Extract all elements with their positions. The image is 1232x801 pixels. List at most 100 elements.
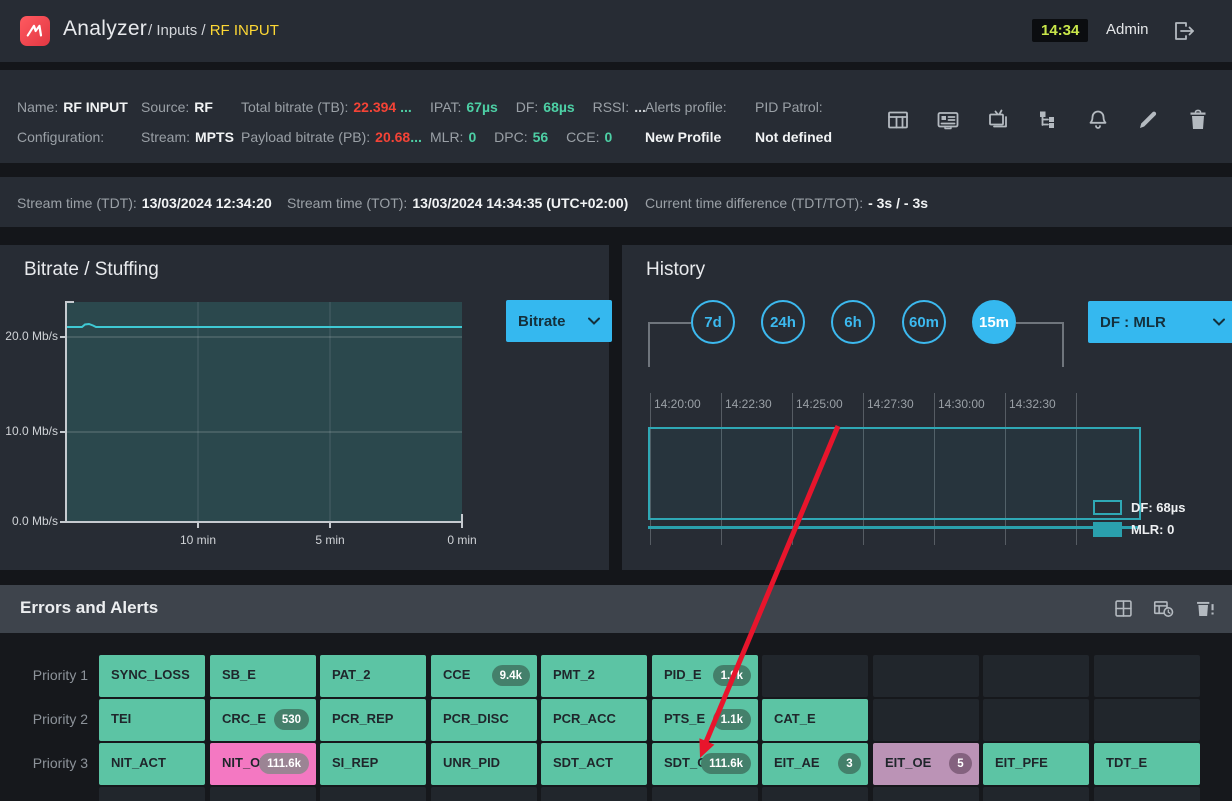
error-cell-PCR_ACC[interactable]: PCR_ACC: [541, 699, 647, 741]
error-cell-empty: [210, 787, 316, 801]
error-cell-EIT_OE[interactable]: EIT_OE 5: [873, 743, 979, 785]
error-cell-empty: [762, 655, 868, 697]
error-cell-empty: [983, 699, 1089, 741]
error-cell-CRC_E[interactable]: CRC_E 530: [210, 699, 316, 741]
error-cell-EIT_AE[interactable]: EIT_AE3: [762, 743, 868, 785]
history-x-tick: 14:27:30: [867, 397, 914, 411]
error-cell-PCR_REP[interactable]: PCR_REP: [320, 699, 426, 741]
stream-time-bar: Stream time (TDT):13/03/2024 12:34:20 St…: [0, 177, 1232, 227]
service-card-icon[interactable]: [936, 108, 960, 132]
error-cell-label: CCE: [443, 667, 470, 682]
error-count-badge: 1.9k: [713, 665, 751, 686]
error-cell-label: EIT_PFE: [995, 755, 1048, 770]
error-cell-TDT_E[interactable]: TDT_E: [1094, 743, 1200, 785]
errors-alerts-title: Errors and Alerts: [20, 598, 158, 618]
error-cell-CCE[interactable]: CCE9.4k: [431, 655, 537, 697]
bitrate-y-tick: 20.0 Mb/s: [0, 329, 58, 343]
error-cell-label: PAT_2: [332, 667, 371, 682]
chevron-down-icon: [1213, 318, 1225, 326]
edit-pencil-icon[interactable]: [1136, 108, 1160, 132]
tree-structure-icon[interactable]: [1036, 108, 1060, 132]
error-cell-SDT_ACT[interactable]: SDT_ACT: [541, 743, 647, 785]
error-cell-CAT_E[interactable]: CAT_E: [762, 699, 868, 741]
error-cell-SB_E[interactable]: SB_E: [210, 655, 316, 697]
error-cell-label: PCR_REP: [332, 711, 393, 726]
history-df-series-band: [648, 427, 1141, 520]
range-button-24h[interactable]: 24h: [761, 300, 805, 344]
error-count-badge: 111.6k: [259, 753, 309, 774]
priority-row-label: Priority 1: [0, 667, 88, 683]
bitrate-x-tick: 0 min: [432, 533, 492, 547]
error-cell-label: SB_E: [222, 667, 256, 682]
legend-item: DF: 68µs: [1093, 499, 1185, 515]
table-view-icon[interactable]: [886, 108, 910, 132]
breadcrumb: / Inputs / RF INPUT: [148, 22, 279, 39]
user-menu[interactable]: Admin: [1106, 21, 1149, 38]
error-cell-SDT_OTH[interactable]: SDT_OTH111.6k: [652, 743, 758, 785]
error-cell-PID_E[interactable]: PID_E1.9k: [652, 655, 758, 697]
priority-row-label: Priority 3: [0, 755, 88, 771]
history-legend: DF: 68µs MLR: 0: [1093, 499, 1185, 539]
error-cell-label: EIT_AE: [774, 755, 820, 770]
error-cell-PAT_2[interactable]: PAT_2: [320, 655, 426, 697]
logout-icon[interactable]: [1172, 19, 1196, 43]
error-cell-empty: [320, 787, 426, 801]
history-metric-dropdown[interactable]: DF : MLR: [1088, 301, 1232, 343]
error-history-log-icon[interactable]: [1152, 598, 1175, 624]
range-button-7d[interactable]: 7d: [691, 300, 735, 344]
error-cell-SI_REP[interactable]: SI_REP: [320, 743, 426, 785]
error-cell-PTS_E[interactable]: PTS_E1.1k: [652, 699, 758, 741]
clear-errors-trash-icon[interactable]: [1193, 598, 1216, 624]
screen: Analyzer / Inputs / RF INPUT 14:34 Admin…: [0, 0, 1232, 801]
bitrate-stuffing-panel: Bitrate / Stuffing Bitrate 20.0 Mb/s10.0…: [0, 245, 609, 570]
error-cell-label: CRC_E: [222, 711, 266, 726]
error-cell-SYNC_LOSS[interactable]: SYNC_LOSS: [99, 655, 205, 697]
range-bracket-right: [1016, 322, 1064, 367]
legend-swatch: [1093, 522, 1122, 537]
error-cell-empty: [1094, 655, 1200, 697]
delete-trash-icon[interactable]: [1186, 108, 1210, 132]
breadcrumb-current: RF INPUT: [210, 22, 279, 39]
alerts-bell-icon[interactable]: [1086, 108, 1110, 132]
range-button-6h[interactable]: 6h: [831, 300, 875, 344]
legend-item: MLR: 0: [1093, 521, 1185, 537]
legend-label: MLR: 0: [1131, 522, 1174, 537]
input-name: Name:RF INPUT: [17, 99, 128, 115]
error-count-badge: 5: [949, 753, 972, 774]
legend-label: DF: 68µs: [1131, 500, 1185, 515]
bitrate-x-tick: 5 min: [300, 533, 360, 547]
error-count-badge: 530: [274, 709, 309, 730]
error-cell-TEI[interactable]: TEI: [99, 699, 205, 741]
error-cell-PCR_DISC[interactable]: PCR_DISC: [431, 699, 537, 741]
error-cell-label: PMT_2: [553, 667, 595, 682]
bitrate-y-tick: 0.0 Mb/s: [0, 514, 58, 528]
error-cell-NIT_ACT[interactable]: NIT_ACT: [99, 743, 205, 785]
error-cell-PMT_2[interactable]: PMT_2: [541, 655, 647, 697]
app-logo-icon[interactable]: [20, 16, 50, 46]
error-cell-label: PCR_ACC: [553, 711, 616, 726]
range-button-60m[interactable]: 60m: [902, 300, 946, 344]
app-title: Analyzer: [63, 17, 147, 41]
error-cell-label: EIT_OE: [885, 755, 931, 770]
error-count-badge: 111.6k: [701, 753, 751, 774]
breadcrumb-inputs-link[interactable]: / Inputs /: [148, 22, 210, 39]
error-cell-empty: [541, 787, 647, 801]
total-bitrate: Total bitrate (TB):22.394 ...: [241, 99, 412, 115]
input-source: Source:RF: [141, 99, 213, 115]
error-count-badge: 1.1k: [713, 709, 751, 730]
error-cell-label: CAT_E: [774, 711, 816, 726]
error-cell-empty: [873, 655, 979, 697]
clock: 14:34: [1032, 19, 1088, 42]
error-cell-empty: [1094, 699, 1200, 741]
alerts-profile-value[interactable]: New Profile: [645, 129, 721, 145]
error-table-view-icon[interactable]: [1113, 598, 1134, 624]
error-cell-label: SDT_ACT: [553, 755, 613, 770]
history-panel-title: History: [646, 259, 705, 281]
error-cell-NIT_OTH[interactable]: NIT_OTH111.6k: [210, 743, 316, 785]
error-cell-UNR_PID[interactable]: UNR_PID: [431, 743, 537, 785]
tv-monitor-icon[interactable]: [986, 108, 1010, 132]
history-panel: History 7d24h6h60m15m DF : MLR 14:20:001…: [622, 245, 1232, 570]
error-cell-EIT_PFE[interactable]: EIT_PFE: [983, 743, 1089, 785]
range-button-15m[interactable]: 15m: [972, 300, 1016, 344]
error-cell-empty: [762, 787, 868, 801]
